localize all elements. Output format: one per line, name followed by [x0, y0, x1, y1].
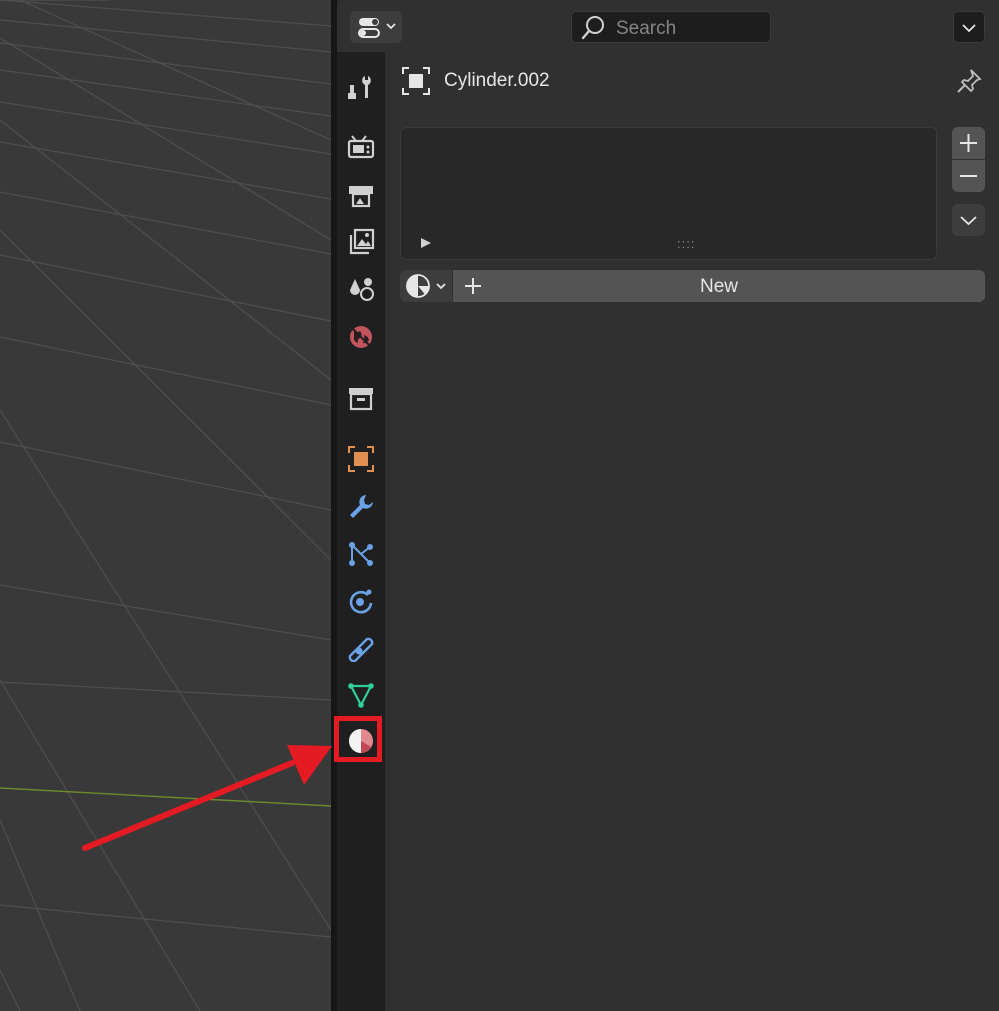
render-icon [347, 135, 375, 159]
constraints-icon [348, 637, 374, 662]
output-icon [349, 186, 373, 208]
view-layer-icon [349, 228, 375, 255]
tab-render[interactable] [343, 128, 379, 166]
tab-data[interactable] [343, 676, 379, 714]
material-specials-dropdown[interactable] [952, 204, 985, 236]
world-icon [350, 326, 372, 348]
tab-view-layer[interactable] [343, 223, 379, 261]
browse-material-button[interactable] [400, 270, 452, 302]
particles-icon [349, 542, 373, 566]
editor-header: Search [337, 0, 999, 52]
search-input[interactable]: Search [571, 11, 771, 43]
tab-modifiers[interactable] [343, 488, 379, 526]
material-slot-list[interactable]: :::: [400, 127, 937, 260]
search-placeholder: Search [616, 18, 677, 39]
tab-world[interactable] [343, 318, 379, 356]
editor-type-properties-icon [358, 18, 396, 38]
object-icon [402, 67, 430, 95]
remove-material-slot-button[interactable] [952, 160, 985, 192]
tool-icon [348, 76, 371, 99]
chevron-down-icon [962, 24, 976, 33]
properties-tab-bar [334, 52, 385, 1011]
tab-constraints[interactable] [343, 629, 379, 667]
mesh-data-icon [348, 683, 374, 708]
header-options-dropdown[interactable] [953, 11, 985, 43]
new-material-button[interactable]: New [453, 270, 985, 302]
tab-tool[interactable] [343, 68, 379, 106]
expand-triangle-icon[interactable] [419, 236, 433, 255]
chevron-down-icon [960, 216, 977, 226]
object-icon [348, 446, 374, 472]
resize-grip[interactable]: :::: [677, 236, 695, 251]
viewport-grid [0, 0, 331, 1011]
search-icon [581, 16, 604, 40]
add-material-slot-button[interactable] [952, 127, 985, 159]
object-name: Cylinder.002 [444, 70, 550, 91]
physics-icon [349, 589, 373, 614]
plus-icon [960, 134, 977, 152]
tab-object[interactable] [343, 440, 379, 478]
scene-icon [350, 278, 374, 301]
pin-button[interactable] [956, 68, 982, 99]
collection-icon [349, 388, 373, 411]
3d-viewport[interactable] [0, 0, 331, 1011]
pin-icon [957, 69, 982, 93]
tab-output[interactable] [343, 176, 379, 214]
new-material-label: New [699, 276, 738, 297]
material-browse-icon [406, 274, 446, 298]
minus-icon [960, 175, 977, 177]
editor-type-button[interactable] [350, 11, 402, 43]
tab-particles[interactable] [343, 535, 379, 573]
tab-collection[interactable] [343, 379, 379, 417]
tab-physics[interactable] [343, 582, 379, 620]
object-context [401, 66, 431, 101]
tab-scene[interactable] [343, 270, 379, 308]
wrench-icon [350, 495, 373, 518]
properties-editor: Search Cylinder.002:::: New [334, 0, 999, 1011]
annotation-highlight-box [334, 716, 382, 762]
